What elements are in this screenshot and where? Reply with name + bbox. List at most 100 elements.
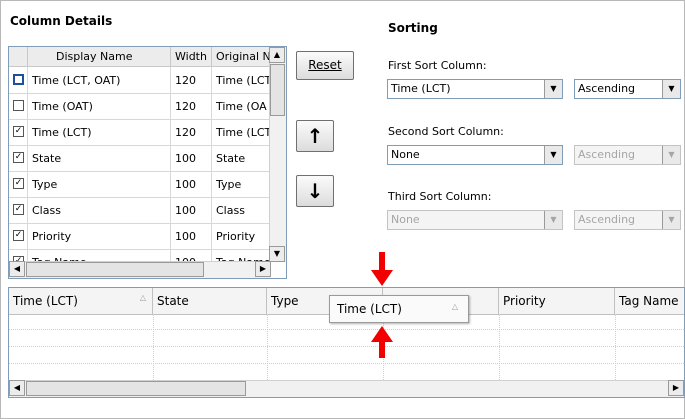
column-details-grid[interactable]: Display Name Width Original N Time (LCT,… [8, 46, 287, 279]
drop-indicator-up-icon [371, 326, 393, 358]
row-original-name: Class [216, 204, 245, 217]
grid-horizontal-scrollbar[interactable]: ◀ ▶ [9, 261, 271, 278]
preview-col-state[interactable]: State [153, 288, 267, 314]
row-width: 100 [171, 145, 212, 171]
move-down-button[interactable]: ↓ [296, 175, 334, 207]
col-divider [267, 314, 268, 382]
dropdown-arrow-icon[interactable]: ▼ [662, 80, 680, 98]
scroll-left-icon[interactable]: ◀ [9, 261, 25, 277]
dropdown-arrow-icon[interactable]: ▼ [544, 80, 562, 98]
row-width: 100 [171, 223, 212, 249]
scroll-left-icon[interactable]: ◀ [9, 380, 25, 396]
row-width: 100 [171, 197, 212, 223]
scroll-thumb[interactable] [270, 64, 285, 116]
sort-ascending-icon: △ [139, 293, 146, 302]
first-sort-value: Time (LCT) [391, 82, 451, 95]
reset-button-label: Reset [308, 58, 342, 72]
arrow-down-icon: ↓ [306, 179, 324, 203]
row-display-name: Time (OAT) [28, 93, 171, 119]
row-display-name: Type [28, 171, 171, 197]
dropdown-arrow-icon[interactable]: ▼ [544, 146, 562, 164]
column-visible-checkbox[interactable] [13, 100, 24, 111]
row-check-cell: ✓ [9, 171, 28, 197]
dragged-column-header[interactable]: Time (LCT) △ [329, 295, 469, 323]
second-sort-value: None [391, 148, 420, 161]
col-divider [153, 314, 154, 382]
row-check-cell: ✓ [9, 223, 28, 249]
row-check-cell: ✓ [9, 197, 28, 223]
column-row[interactable]: ✓ Class 100 Class [9, 197, 271, 224]
row-original-name: Time (LCT [216, 126, 272, 139]
row-display-name: Class [28, 197, 171, 223]
arrow-up-icon: ↑ [306, 124, 324, 148]
column-visible-checkbox[interactable]: ✓ [13, 204, 24, 215]
row-display-name: Time (LCT, OAT) [28, 67, 171, 93]
third-sort-value: None [391, 213, 420, 226]
row-width: 120 [171, 119, 212, 145]
row-width: 100 [171, 171, 212, 197]
header-width[interactable]: Width [171, 47, 212, 66]
col-divider [615, 314, 616, 382]
first-sort-order-select[interactable]: Ascending ▼ [574, 79, 681, 99]
column-row[interactable]: ✓ State 100 State [9, 145, 271, 172]
second-sort-label: Second Sort Column: [388, 125, 504, 138]
third-sort-order-select: Ascending ▼ [574, 210, 681, 230]
dropdown-arrow-icon: ▼ [662, 146, 680, 164]
row-original-name: State [216, 152, 246, 165]
header-original-name[interactable]: Original N [212, 47, 272, 66]
row-display-name: Priority [28, 223, 171, 249]
grid-header: Display Name Width Original N [9, 47, 271, 67]
scroll-right-icon[interactable]: ▶ [668, 380, 684, 396]
row-width: 120 [171, 67, 212, 93]
sorting-heading: Sorting [388, 21, 438, 35]
scroll-right-icon[interactable]: ▶ [255, 261, 271, 277]
column-row[interactable]: ✓ Type 100 Type [9, 171, 271, 198]
row-original-name: Type [216, 178, 242, 191]
hscroll-thumb[interactable] [26, 381, 246, 396]
second-sort-order-select: Ascending ▼ [574, 145, 681, 165]
first-sort-label: First Sort Column: [388, 59, 487, 72]
column-row[interactable]: Time (OAT) 120 Time (OA [9, 93, 271, 120]
row-display-name: State [28, 145, 171, 171]
third-sort-column-select: None ▼ [387, 210, 563, 230]
row-original-name: Priority [216, 230, 256, 243]
column-visible-checkbox[interactable]: ✓ [13, 152, 24, 163]
first-sort-order-value: Ascending [578, 82, 636, 95]
row-check-cell [9, 93, 28, 119]
row-check-cell: ✓ [9, 145, 28, 171]
preview-row [9, 331, 684, 347]
preview-row [9, 348, 684, 364]
preview-col-time-lct[interactable]: Time (LCT) △ [9, 288, 153, 314]
second-sort-order-value: Ascending [578, 148, 636, 161]
column-row[interactable]: ✓ Priority 100 Priority [9, 223, 271, 250]
preview-col-tag-name[interactable]: Tag Name [615, 288, 684, 314]
preview-col-priority[interactable]: Priority [499, 288, 615, 314]
header-check-col [9, 47, 28, 66]
grid-vertical-scrollbar[interactable]: ▲ ▼ [269, 47, 286, 262]
header-display-name[interactable]: Display Name [28, 47, 171, 66]
preview-col-label: Time (LCT) [13, 294, 78, 308]
row-original-name: Time (LCT [216, 74, 272, 87]
reset-button[interactable]: Reset [296, 51, 354, 80]
row-display-name: Time (LCT) [28, 119, 171, 145]
column-visible-checkbox[interactable]: ✓ [13, 126, 24, 137]
preview-horizontal-scrollbar[interactable]: ◀ ▶ [9, 380, 684, 397]
hscroll-thumb[interactable] [26, 262, 204, 277]
row-original-name: Time (OA [216, 100, 267, 113]
column-visible-checkbox[interactable]: ✓ [13, 178, 24, 189]
first-sort-column-select[interactable]: Time (LCT) ▼ [387, 79, 563, 99]
column-visible-checkbox[interactable] [13, 74, 24, 85]
col-divider [499, 314, 500, 382]
column-row[interactable]: ✓ Time (LCT) 120 Time (LCT [9, 119, 271, 146]
drop-indicator-down-icon [371, 252, 393, 286]
column-details-heading: Column Details [10, 14, 113, 28]
scroll-up-icon[interactable]: ▲ [269, 47, 285, 63]
column-visible-checkbox[interactable]: ✓ [13, 230, 24, 241]
row-check-cell: ✓ [9, 119, 28, 145]
column-row[interactable]: Time (LCT, OAT) 120 Time (LCT [9, 67, 271, 94]
move-up-button[interactable]: ↑ [296, 120, 334, 152]
preview-row [9, 365, 684, 381]
scroll-down-icon[interactable]: ▼ [269, 246, 285, 262]
third-sort-order-value: Ascending [578, 213, 636, 226]
second-sort-column-select[interactable]: None ▼ [387, 145, 563, 165]
